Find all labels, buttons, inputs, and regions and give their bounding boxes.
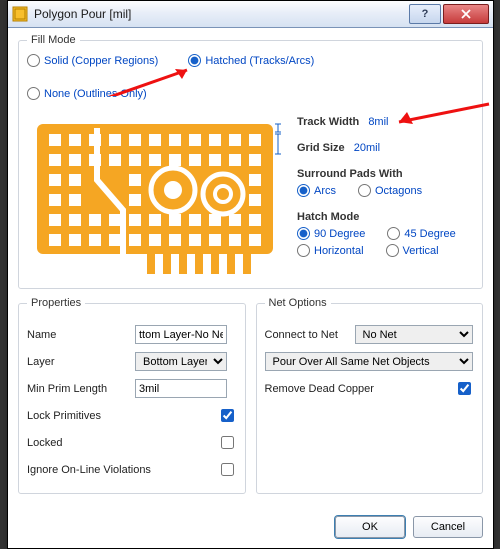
ignore-drc-checkbox[interactable] <box>221 463 234 476</box>
grid-size-value[interactable]: 20mil <box>354 142 380 154</box>
radio-vert[interactable] <box>386 244 399 257</box>
button-bar: OK Cancel <box>8 510 493 548</box>
radio-solid[interactable] <box>27 54 40 67</box>
surround-arcs[interactable]: Arcs <box>297 184 336 197</box>
hatch-90[interactable]: 90 Degree <box>297 227 365 240</box>
radio-hatched[interactable] <box>188 54 201 67</box>
title-bar[interactable]: Polygon Pour [mil] ? <box>8 1 493 28</box>
fill-mode-hatched[interactable]: Hatched (Tracks/Arcs) <box>188 54 314 67</box>
track-width-label: Track Width <box>297 116 359 128</box>
track-width-row: Track Width 8mil <box>297 114 474 128</box>
name-label: Name <box>27 329 135 341</box>
hatch-45-label: 45 Degree <box>404 228 455 240</box>
surround-octagons-label: Octagons <box>375 185 422 197</box>
radio-none[interactable] <box>27 87 40 100</box>
hatch-preview <box>27 110 285 278</box>
properties-group: Properties Name Layer Bottom Layer Min P… <box>18 297 246 494</box>
name-field[interactable] <box>135 325 227 344</box>
grid-size-label: Grid Size <box>297 142 345 154</box>
fill-mode-none[interactable]: None (Outlines Only) <box>27 87 147 100</box>
surround-arcs-label: Arcs <box>314 185 336 197</box>
hatch-horizontal[interactable]: Horizontal <box>297 244 364 257</box>
fill-mode-solid-label: Solid (Copper Regions) <box>44 55 158 67</box>
hatch-90-label: 90 Degree <box>314 228 365 240</box>
hatch-mode-group: Hatch Mode 90 Degree 45 Degree Horizonta… <box>297 209 474 257</box>
connect-net-select[interactable]: No Net <box>355 325 473 344</box>
layer-label: Layer <box>27 356 135 368</box>
hatch-45[interactable]: 45 Degree <box>387 227 455 240</box>
radio-45[interactable] <box>387 227 400 240</box>
radio-octagons[interactable] <box>358 184 371 197</box>
lock-primitives-label: Lock Primitives <box>27 410 101 422</box>
dialog-window: Polygon Pour [mil] ? Fill Mode Solid (Co… <box>7 0 494 549</box>
surround-octagons[interactable]: Octagons <box>358 184 422 197</box>
remove-dead-label: Remove Dead Copper <box>265 383 374 395</box>
hatch-vert-label: Vertical <box>403 245 439 257</box>
locked-checkbox[interactable] <box>221 436 234 449</box>
ok-button[interactable]: OK <box>335 516 405 538</box>
layer-select[interactable]: Bottom Layer <box>135 352 227 371</box>
fill-mode-hatched-label: Hatched (Tracks/Arcs) <box>205 55 314 67</box>
window-title: Polygon Pour [mil] <box>34 7 407 21</box>
properties-legend: Properties <box>27 297 85 309</box>
grid-size-row: Grid Size 20mil <box>297 140 474 154</box>
hatch-horiz-label: Horizontal <box>314 245 364 257</box>
surround-pads-group: Surround Pads With Arcs Octagons <box>297 166 474 197</box>
hatch-mode-label: Hatch Mode <box>297 211 359 223</box>
radio-90[interactable] <box>297 227 310 240</box>
hatch-vertical[interactable]: Vertical <box>386 244 439 257</box>
radio-arcs[interactable] <box>297 184 310 197</box>
fill-mode-legend: Fill Mode <box>27 34 80 46</box>
pour-rule-select[interactable]: Pour Over All Same Net Objects <box>265 352 473 371</box>
min-prim-field[interactable] <box>135 379 227 398</box>
radio-horiz[interactable] <box>297 244 310 257</box>
lock-primitives-checkbox[interactable] <box>221 409 234 422</box>
net-options-legend: Net Options <box>265 297 331 309</box>
track-width-value[interactable]: 8mil <box>368 116 388 128</box>
locked-label: Locked <box>27 437 62 449</box>
fill-mode-none-label: None (Outlines Only) <box>44 88 147 100</box>
close-button[interactable] <box>443 4 489 24</box>
hatch-preview-svg <box>27 110 285 278</box>
net-options-group: Net Options Connect to Net No Net Pour O… <box>256 297 484 494</box>
fill-mode-solid[interactable]: Solid (Copper Regions) <box>27 54 158 67</box>
help-button[interactable]: ? <box>409 4 441 24</box>
surround-pads-label: Surround Pads With <box>297 168 403 180</box>
remove-dead-checkbox[interactable] <box>458 382 471 395</box>
fill-mode-group: Fill Mode Solid (Copper Regions) Hatched… <box>18 34 483 289</box>
cancel-button[interactable]: Cancel <box>413 516 483 538</box>
ignore-drc-label: Ignore On-Line Violations <box>27 464 151 476</box>
app-icon <box>12 6 28 22</box>
connect-net-label: Connect to Net <box>265 329 355 341</box>
min-prim-label: Min Prim Length <box>27 383 135 395</box>
